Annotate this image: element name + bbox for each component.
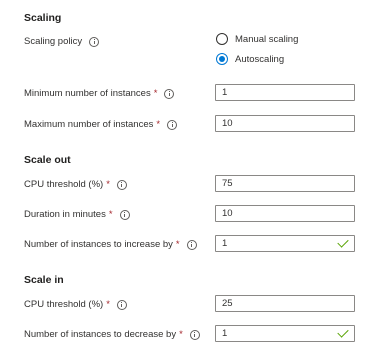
decrease-label: Number of instances to decrease by (24, 329, 177, 340)
required-marker: * (106, 179, 110, 190)
scaling-policy-label: Scaling policy (24, 36, 100, 47)
required-marker: * (156, 119, 161, 130)
info-icon[interactable] (116, 179, 127, 190)
min-instances-row-label: Minimum number of instances * (24, 88, 175, 99)
scale-in-section-title: Scale in (24, 274, 64, 286)
autoscaling-radio[interactable] (216, 53, 228, 65)
scale-out-cpu-row-label: CPU threshold (%) * (24, 179, 127, 190)
min-instances-input[interactable]: 1 (215, 84, 355, 101)
increase-input[interactable]: 1 (215, 235, 355, 252)
scale-in-cpu-row-label: CPU threshold (%) * (24, 299, 127, 310)
max-instances-input[interactable]: 10 (215, 115, 355, 132)
scale-in-cpu-value: 25 (222, 298, 233, 309)
info-icon[interactable] (186, 239, 197, 250)
min-instances-value: 1 (222, 87, 228, 98)
scaling-section-title: Scaling (24, 12, 62, 24)
info-icon[interactable] (89, 36, 100, 47)
required-marker: * (153, 88, 158, 99)
increase-value: 1 (222, 238, 228, 249)
manual-scaling-label[interactable]: Manual scaling (235, 34, 298, 45)
manual-scaling-radio[interactable] (216, 33, 228, 45)
max-instances-label: Maximum number of instances (24, 119, 154, 130)
required-marker: * (179, 329, 183, 340)
scale-out-cpu-value: 75 (222, 178, 233, 189)
max-instances-row-label: Maximum number of instances * (24, 119, 178, 130)
scale-out-cpu-input[interactable]: 75 (215, 175, 355, 192)
scale-out-cpu-label: CPU threshold (%) (24, 179, 104, 190)
scaling-policy-text: Scaling policy (24, 36, 83, 47)
autoscaling-label[interactable]: Autoscaling (235, 54, 284, 65)
required-marker: * (175, 239, 180, 250)
scale-in-cpu-label: CPU threshold (%) (24, 299, 104, 310)
valid-check-icon (337, 326, 349, 338)
scale-out-section-title: Scale out (24, 154, 71, 166)
info-icon[interactable] (119, 209, 130, 220)
decrease-input[interactable]: 1 (215, 325, 355, 342)
info-icon[interactable] (164, 88, 175, 99)
valid-check-icon (337, 236, 349, 248)
info-icon[interactable] (116, 299, 127, 310)
required-marker: * (106, 299, 110, 310)
increase-row-label: Number of instances to increase by * (24, 239, 197, 250)
info-icon[interactable] (189, 329, 200, 340)
min-instances-label: Minimum number of instances (24, 88, 151, 99)
duration-value: 10 (222, 208, 233, 219)
increase-label: Number of instances to increase by (24, 239, 173, 250)
duration-row-label: Duration in minutes * (24, 209, 130, 220)
max-instances-value: 10 (222, 118, 233, 129)
required-marker: * (108, 209, 113, 220)
duration-label: Duration in minutes (24, 209, 106, 220)
info-icon[interactable] (167, 119, 178, 130)
duration-input[interactable]: 10 (215, 205, 355, 222)
decrease-value: 1 (222, 328, 228, 339)
scale-in-cpu-input[interactable]: 25 (215, 295, 355, 312)
decrease-row-label: Number of instances to decrease by * (24, 329, 200, 340)
